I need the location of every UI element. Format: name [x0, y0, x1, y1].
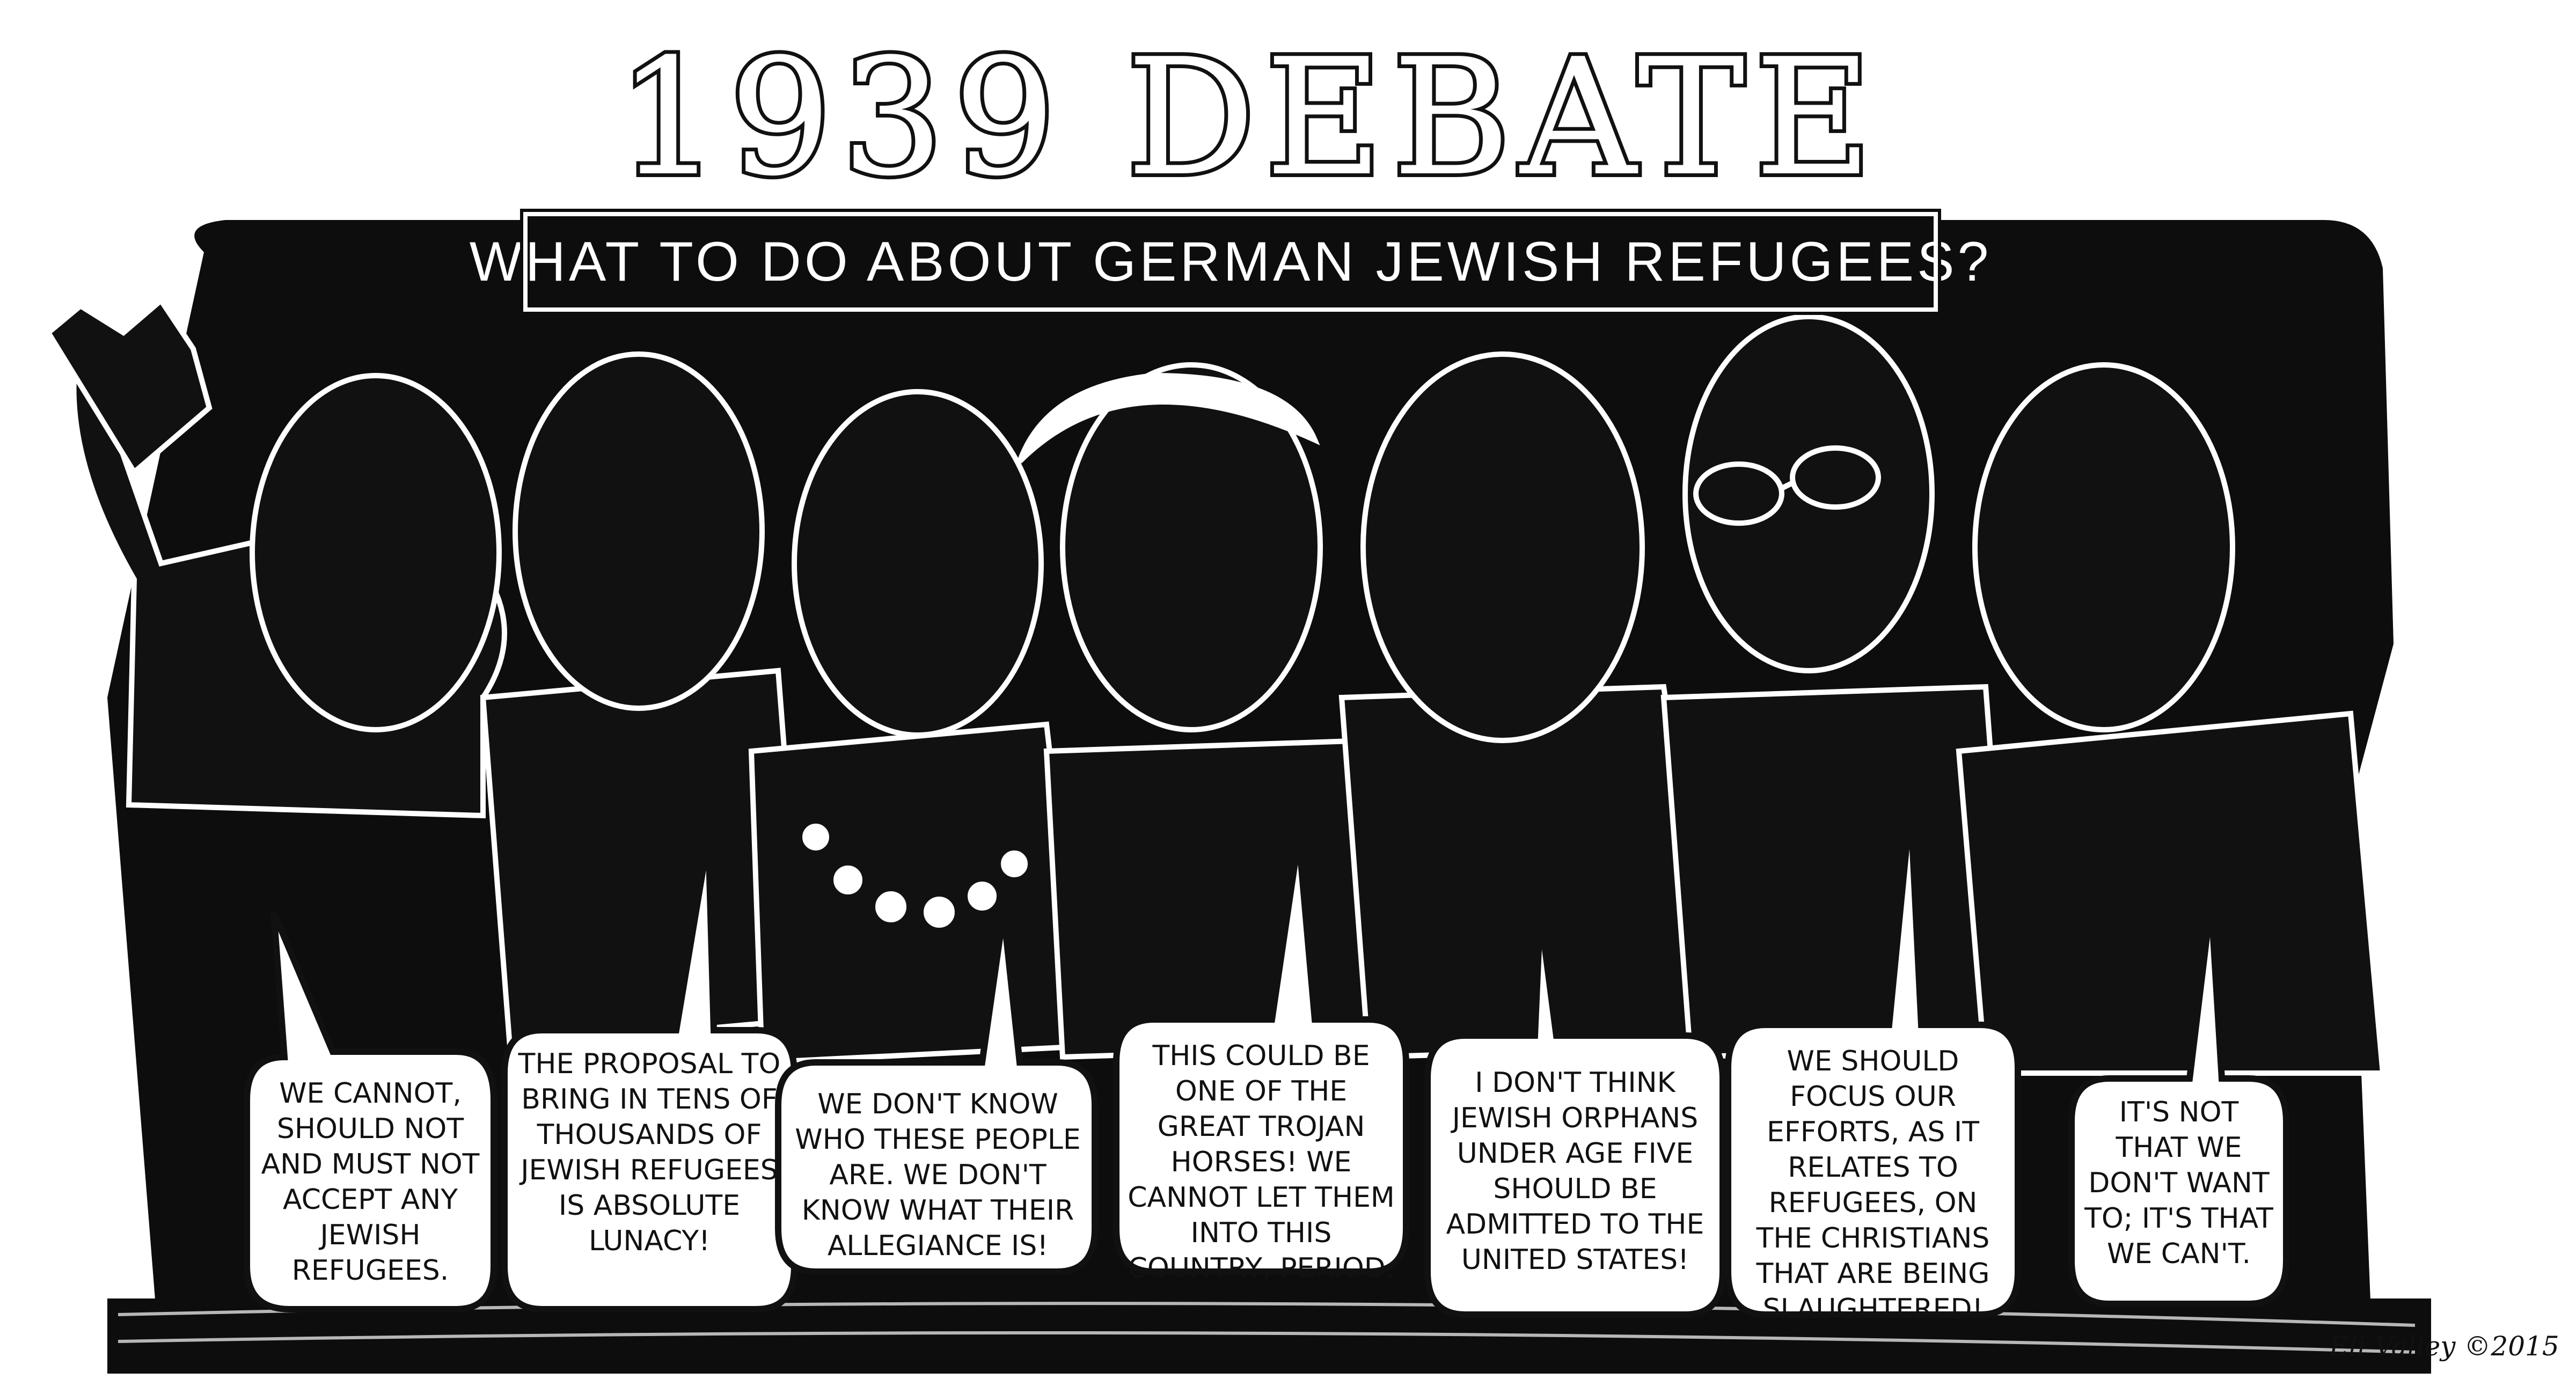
- cartoon-canvas: 1939 DEBATE WHAT TO DO ABOUT GERMAN JEWI…: [0, 0, 2576, 1394]
- bubble-text-2: The proposal to bring in tens of thousan…: [518, 1048, 781, 1257]
- bubble-text-1: We cannot, should not and must not accep…: [261, 1077, 480, 1287]
- subtitle-banner: WHAT TO DO ABOUT GERMAN JEWISH REFUGEES?: [470, 209, 1988, 315]
- artist-signature: Eli Valley ©2015: [2329, 1331, 2559, 1362]
- bubble-text-6: We should focus our efforts, as it relat…: [1756, 1045, 1990, 1325]
- bubble-text-3: We don't know who these people are. We d…: [795, 1088, 1081, 1262]
- bubble-text-7: It's not that we don't want to; it's tha…: [2084, 1096, 2273, 1270]
- bubble-text-4: This could be one of the great Trojan ho…: [1128, 1040, 1395, 1285]
- cartoon-title: 1939 DEBATE: [613, 24, 1882, 211]
- bubble-text-5: I don't think Jewish orphans under age f…: [1446, 1067, 1704, 1276]
- cartoon-subtitle: WHAT TO DO ABOUT GERMAN JEWISH REFUGEES?: [469, 230, 1992, 293]
